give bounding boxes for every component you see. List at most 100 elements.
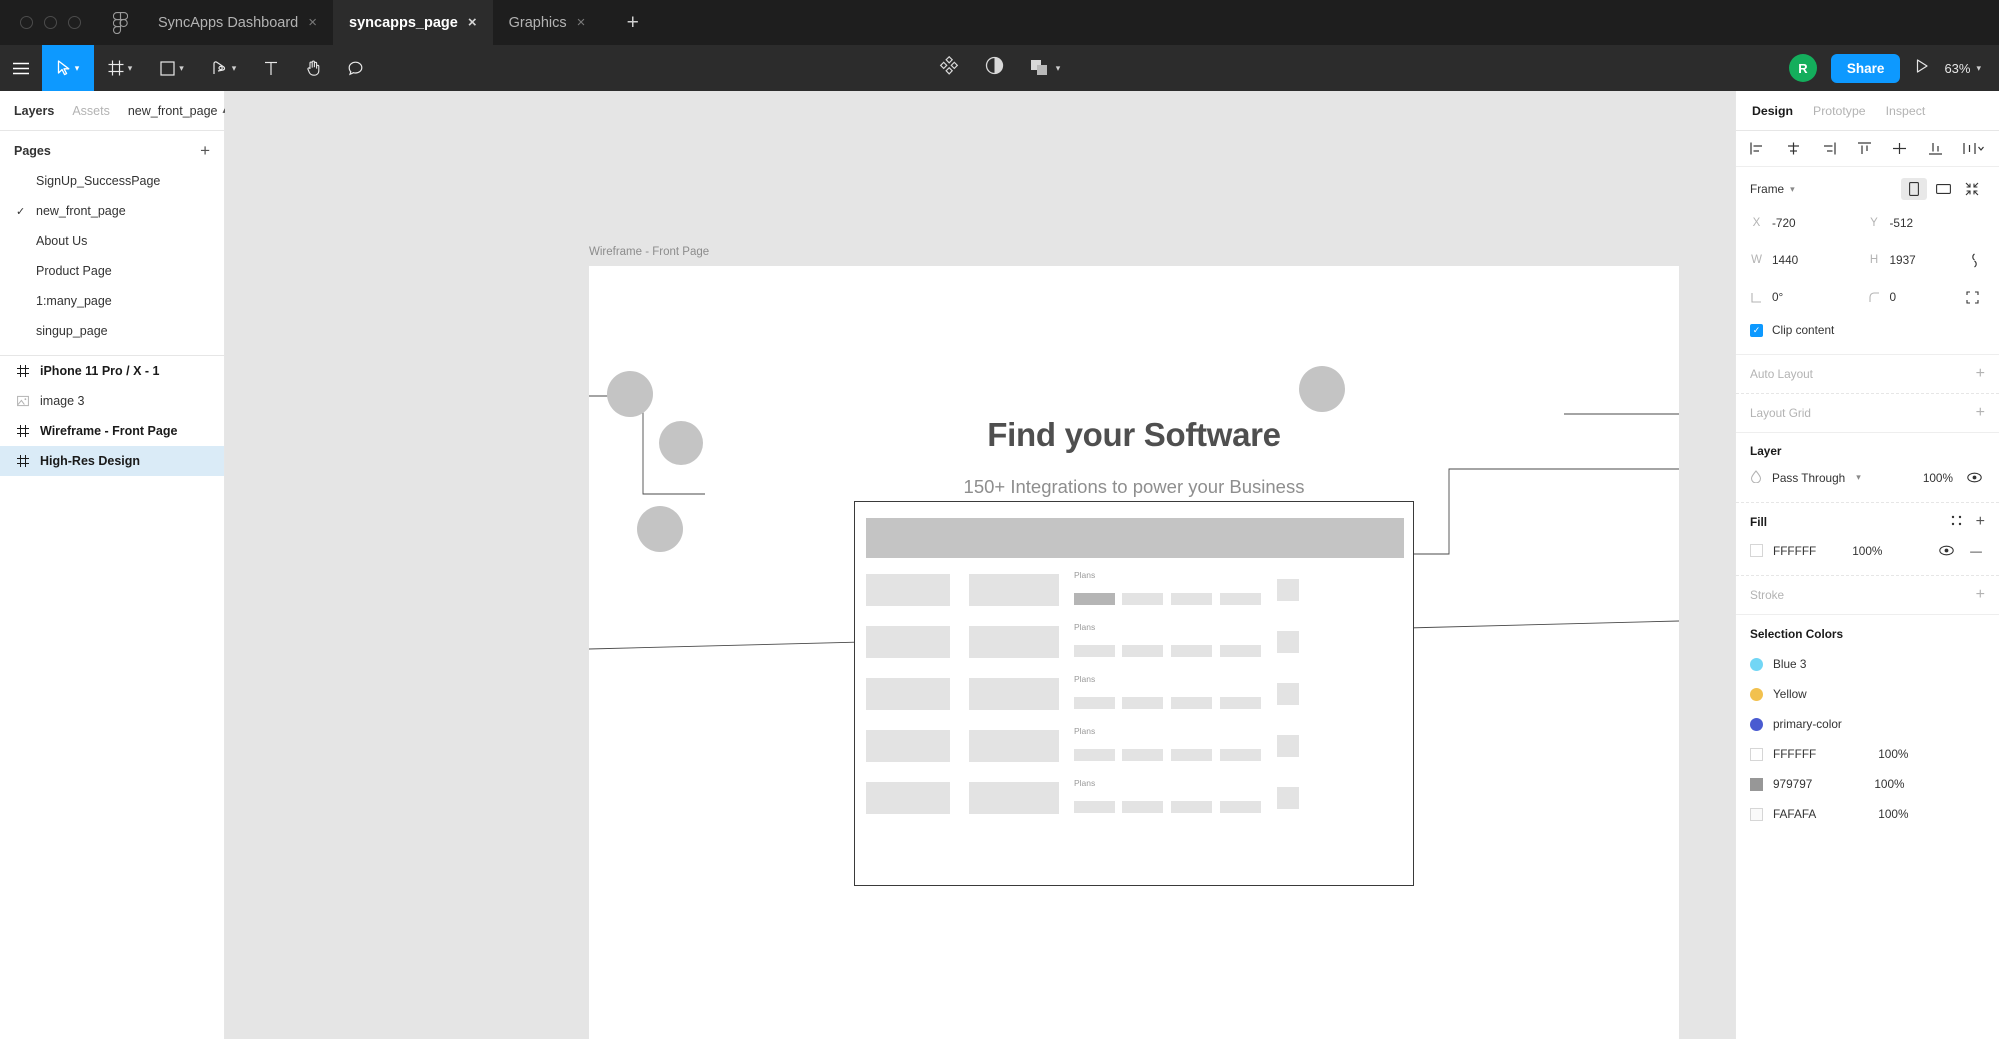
plan-chip[interactable]	[1220, 749, 1261, 761]
landscape-frame-icon[interactable]	[1930, 178, 1956, 200]
tab-layers[interactable]: Layers	[14, 104, 54, 118]
selection-color-row[interactable]: 979797 100%	[1750, 769, 1985, 799]
shape-tool[interactable]: ▾	[146, 45, 198, 91]
plan-chip[interactable]	[1074, 749, 1115, 761]
frame-name-label[interactable]: Wireframe - Front Page	[589, 246, 709, 258]
constrain-proportions-icon[interactable]	[1959, 246, 1985, 274]
distribute-icon[interactable]	[1963, 142, 1985, 155]
tab-syncapps-dashboard[interactable]: SyncApps Dashboard ×	[142, 0, 333, 45]
add-stroke-button[interactable]: +	[1976, 587, 1985, 603]
tab-assets[interactable]: Assets	[72, 104, 110, 118]
selection-color-row[interactable]: Yellow	[1750, 679, 1985, 709]
plan-chip[interactable]	[1074, 697, 1115, 709]
close-window-button[interactable]	[20, 16, 33, 29]
color-swatch[interactable]	[1750, 747, 1763, 761]
independent-corners-icon[interactable]	[1959, 283, 1985, 311]
page-selector[interactable]: new_front_page ▴	[128, 104, 227, 118]
align-right-icon[interactable]	[1821, 142, 1836, 155]
layer-opacity-value[interactable]: 100%	[1923, 471, 1953, 485]
auto-layout-row[interactable]: Auto Layout +	[1750, 366, 1985, 382]
tab-graphics[interactable]: Graphics ×	[493, 0, 611, 45]
figma-logo-icon[interactable]	[99, 0, 142, 45]
plan-chip[interactable]	[1074, 593, 1115, 605]
maximize-window-button[interactable]	[68, 16, 81, 29]
styles-grid-icon[interactable]	[1951, 515, 1962, 529]
tab-inspect[interactable]: Inspect	[1886, 104, 1926, 118]
x-position-field[interactable]: X -720	[1750, 209, 1868, 237]
hamburger-menu-icon[interactable]	[0, 45, 42, 91]
fill-opacity-value[interactable]: 100%	[1852, 544, 1882, 558]
close-icon[interactable]: ×	[468, 15, 477, 30]
zoom-level-dropdown[interactable]: 63% ▾	[1944, 61, 1981, 76]
page-item-signup-successpage[interactable]: SignUp_SuccessPage	[0, 166, 224, 196]
components-icon[interactable]	[939, 55, 959, 81]
selection-color-row[interactable]: Blue 3	[1750, 649, 1985, 679]
layer-item-image-3[interactable]: image 3	[0, 386, 224, 416]
add-fill-button[interactable]: +	[1976, 514, 1985, 530]
plan-chip[interactable]	[1220, 697, 1261, 709]
plan-chip[interactable]	[1171, 593, 1212, 605]
color-swatch[interactable]	[1750, 687, 1763, 701]
clip-content-checkbox[interactable]: ✓	[1750, 323, 1763, 337]
chevron-down-icon[interactable]: ▾	[232, 63, 237, 74]
move-tool[interactable]: ▾	[42, 45, 94, 91]
remove-fill-button[interactable]: —	[1967, 544, 1985, 558]
wireframe-front-page-frame[interactable]: Find your Software 150+ Integrations to …	[588, 266, 1680, 1039]
selection-color-row[interactable]: primary-color	[1750, 709, 1985, 739]
y-position-field[interactable]: Y -512	[1868, 209, 1986, 237]
add-page-button[interactable]: +	[200, 142, 210, 159]
eye-icon[interactable]	[1935, 545, 1957, 556]
plan-chip[interactable]	[1122, 697, 1163, 709]
share-button[interactable]: Share	[1830, 53, 1901, 83]
page-item-1many-page[interactable]: 1:many_page	[0, 286, 224, 316]
fill-color-hex[interactable]: FFFFFF	[1773, 544, 1816, 558]
plan-chip[interactable]	[1220, 801, 1261, 813]
hand-tool[interactable]	[292, 45, 334, 91]
plan-chip[interactable]	[1122, 593, 1163, 605]
tab-syncapps-page[interactable]: syncapps_page ×	[333, 0, 493, 45]
avatar[interactable]: R	[1788, 54, 1817, 82]
text-tool[interactable]	[250, 45, 292, 91]
plan-chip[interactable]	[1171, 645, 1212, 657]
collapse-icon[interactable]	[1959, 178, 1985, 200]
page-item-new-front-page[interactable]: ✓ new_front_page	[0, 196, 224, 226]
align-horizontal-center-icon[interactable]	[1786, 142, 1801, 155]
plan-chip[interactable]	[1220, 645, 1261, 657]
layout-grid-row[interactable]: Layout Grid +	[1750, 405, 1985, 421]
height-field[interactable]: H 1937	[1868, 246, 1960, 274]
play-icon[interactable]	[1914, 58, 1930, 79]
chevron-down-icon[interactable]: ▾	[1976, 63, 1981, 74]
frame-preset-dropdown[interactable]: Frame ▾	[1750, 182, 1795, 196]
add-auto-layout-button[interactable]: +	[1976, 366, 1985, 382]
align-bottom-icon[interactable]	[1928, 142, 1943, 155]
layer-item-iphone-11-pro[interactable]: iPhone 11 Pro / X - 1	[0, 356, 224, 386]
align-left-icon[interactable]	[1750, 142, 1765, 155]
page-item-product-page[interactable]: Product Page	[0, 256, 224, 286]
mask-icon[interactable]	[985, 56, 1004, 80]
color-swatch[interactable]	[1750, 657, 1763, 671]
integrations-wireframe-card[interactable]: Plans Plans Plans Plans Plans	[854, 501, 1414, 886]
plan-chip[interactable]	[1122, 749, 1163, 761]
new-tab-button[interactable]: +	[611, 0, 655, 45]
tab-prototype[interactable]: Prototype	[1813, 104, 1866, 118]
plan-chip[interactable]	[1220, 593, 1261, 605]
selection-color-row[interactable]: FAFAFA 100%	[1750, 799, 1985, 829]
stroke-header-row[interactable]: Stroke +	[1750, 587, 1985, 603]
corner-radius-field[interactable]: 0	[1868, 283, 1960, 311]
selection-color-row[interactable]: FFFFFF 100%	[1750, 739, 1985, 769]
fill-color-swatch[interactable]	[1750, 544, 1763, 557]
add-layout-grid-button[interactable]: +	[1976, 405, 1985, 421]
row-action-square[interactable]	[1277, 683, 1299, 705]
color-swatch[interactable]	[1750, 777, 1763, 791]
row-action-square[interactable]	[1277, 787, 1299, 809]
chevron-down-icon[interactable]: ▾	[1056, 63, 1061, 74]
chevron-down-icon[interactable]: ▾	[1790, 184, 1795, 195]
plan-chip[interactable]	[1074, 645, 1115, 657]
close-icon[interactable]: ×	[308, 15, 317, 30]
clip-content-row[interactable]: ✓ Clip content	[1750, 317, 1985, 343]
layer-item-wireframe-front-page[interactable]: Wireframe - Front Page	[0, 416, 224, 446]
align-vertical-center-icon[interactable]	[1892, 142, 1907, 155]
rotation-field[interactable]: 0°	[1750, 283, 1868, 311]
align-top-icon[interactable]	[1857, 142, 1872, 155]
page-item-singup-page[interactable]: singup_page	[0, 316, 224, 346]
